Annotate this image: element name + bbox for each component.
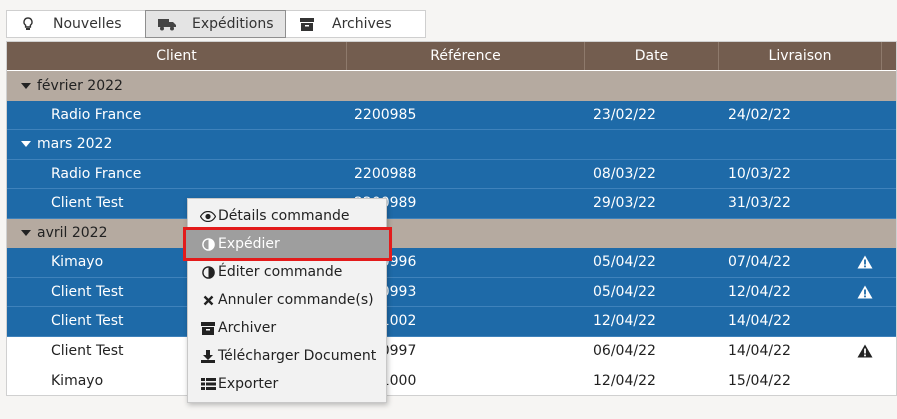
cell-date: 12/04/22: [593, 313, 656, 330]
cell-date: 06/04/22: [593, 343, 656, 360]
download-icon: [200, 349, 216, 363]
tab-archives[interactable]: Archives: [285, 10, 426, 38]
menu-item-label: Détails commande: [218, 208, 350, 224]
column-header-reference[interactable]: Référence: [347, 42, 585, 70]
tab-label: Nouvelles: [53, 16, 122, 32]
group-row-mars[interactable]: mars 2022: [7, 130, 896, 160]
grid-header: Client Référence Date Livraison: [7, 42, 896, 70]
cell-livraison: 14/04/22: [728, 313, 791, 330]
table-row[interactable]: Radio France 2200988 08/03/22 10/03/22: [7, 159, 896, 189]
warning-icon: [855, 248, 875, 277]
tab-nouvelles[interactable]: Nouvelles: [6, 10, 146, 38]
column-header-date[interactable]: Date: [585, 42, 719, 70]
cell-client: Radio France: [51, 165, 142, 182]
menu-item-label: Télécharger Document: [218, 348, 377, 364]
caret-down-icon: [21, 141, 31, 148]
table-row[interactable]: Kimayo 2200996 05/04/22 07/04/22: [7, 248, 896, 278]
truck-icon: [158, 17, 176, 31]
cell-client: Client Test: [51, 283, 124, 300]
group-row-avril[interactable]: avril 2022: [7, 218, 896, 249]
view-tabs: Nouvelles Expéditions Archives: [6, 10, 426, 38]
menu-item-exporter[interactable]: Exporter: [188, 370, 386, 398]
cell-livraison: 12/04/22: [728, 283, 791, 300]
context-menu: Détails commande Expédier Éditer command…: [183, 198, 392, 403]
cell-client: Client Test: [51, 343, 124, 360]
menu-item-archiver[interactable]: Archiver: [188, 314, 386, 342]
cell-livraison: 07/04/22: [728, 254, 791, 271]
tab-expeditions[interactable]: Expéditions: [145, 10, 286, 38]
group-row-fevrier[interactable]: février 2022: [7, 71, 896, 101]
table-row[interactable]: Client Test 2200997 06/04/22 14/04/22: [7, 336, 896, 367]
group-label: mars 2022: [21, 130, 112, 159]
cell-livraison: 14/04/22: [728, 343, 791, 360]
orders-grid: Client Référence Date Livraison février …: [6, 41, 897, 396]
x-icon: [200, 293, 216, 307]
menu-item-label: Éditer commande: [218, 264, 343, 280]
table-row[interactable]: Radio France 2200985 23/02/22 24/02/22: [7, 100, 896, 130]
lightbulb-icon: [19, 17, 37, 31]
table-row[interactable]: Kimayo 2201000 12/04/22 15/04/22: [7, 366, 896, 395]
menu-item-label: Expédier: [218, 236, 280, 252]
table-row[interactable]: Client Test 2200989 29/03/22 31/03/22: [7, 189, 896, 219]
group-label: avril 2022: [21, 219, 107, 249]
cell-livraison: 24/02/22: [728, 106, 791, 123]
table-row[interactable]: Client Test 2201002 12/04/22 14/04/22: [7, 307, 896, 337]
cell-reference: 2200988: [354, 165, 417, 182]
cell-livraison: 15/04/22: [728, 372, 791, 389]
caret-down-icon: [21, 82, 31, 89]
menu-item-telecharger-document[interactable]: Télécharger Document: [188, 342, 386, 370]
cell-reference: 2200985: [354, 106, 417, 123]
cell-date: 29/03/22: [593, 195, 656, 212]
cell-date: 08/03/22: [593, 165, 656, 182]
archive-box-icon: [200, 321, 216, 335]
tab-label: Expéditions: [192, 16, 274, 32]
menu-item-annuler-commandes[interactable]: Annuler commande(s): [188, 286, 386, 314]
menu-item-details-commande[interactable]: Détails commande: [188, 202, 386, 230]
cell-client: Kimayo: [51, 372, 104, 389]
cell-client: Client Test: [51, 313, 124, 330]
cell-date: 05/04/22: [593, 283, 656, 300]
archive-box-icon: [298, 17, 316, 31]
cell-livraison: 31/03/22: [728, 195, 791, 212]
list-icon: [200, 377, 216, 391]
cell-date: 12/04/22: [593, 372, 656, 389]
group-label: février 2022: [21, 71, 123, 101]
half-circle-icon: [200, 265, 216, 279]
cell-livraison: 10/03/22: [728, 165, 791, 182]
menu-item-editer-commande[interactable]: Éditer commande: [188, 258, 386, 286]
warning-icon: [855, 337, 875, 367]
warning-icon: [855, 278, 875, 307]
cell-client: Client Test: [51, 195, 124, 212]
cell-client: Kimayo: [51, 254, 104, 271]
cell-client: Radio France: [51, 106, 142, 123]
cell-date: 23/02/22: [593, 106, 656, 123]
caret-down-icon: [21, 230, 31, 237]
column-header-livraison[interactable]: Livraison: [719, 42, 882, 70]
menu-item-label: Archiver: [218, 320, 277, 336]
cell-date: 05/04/22: [593, 254, 656, 271]
eye-icon: [200, 209, 216, 223]
menu-item-label: Exporter: [218, 376, 279, 392]
menu-item-label: Annuler commande(s): [218, 292, 374, 308]
column-header-client[interactable]: Client: [7, 42, 347, 70]
table-row[interactable]: Client Test 2200993 05/04/22 12/04/22: [7, 277, 896, 307]
tab-label: Archives: [332, 16, 392, 32]
menu-item-expedier[interactable]: Expédier: [183, 227, 392, 261]
half-circle-icon: [200, 237, 216, 251]
